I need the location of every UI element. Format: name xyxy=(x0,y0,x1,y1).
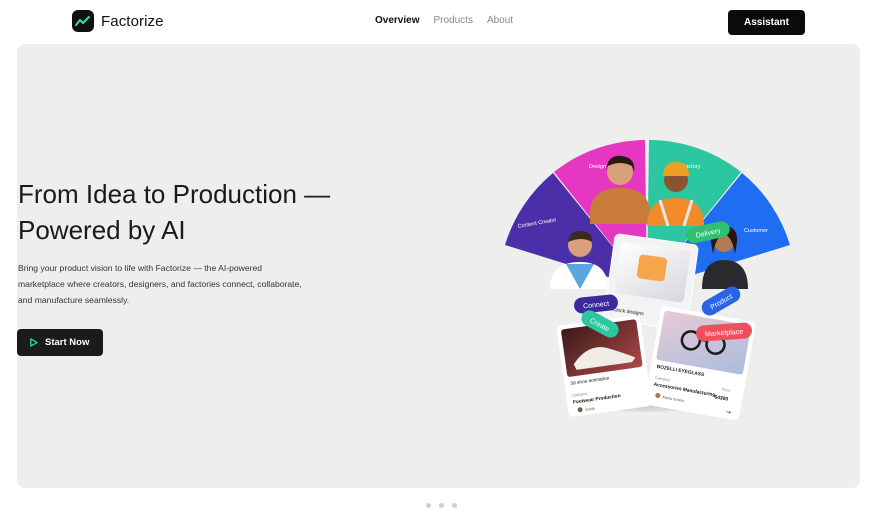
top-navigation: Factorize Overview Products About Assist… xyxy=(0,0,877,44)
headline-line-2: Powered by AI xyxy=(18,215,186,245)
carousel-dots xyxy=(426,503,457,508)
nav-about[interactable]: About xyxy=(487,15,513,26)
play-icon xyxy=(30,338,38,347)
hero-description: Bring your product vision to life with F… xyxy=(18,263,302,305)
headline-line-1: From Idea to Production — xyxy=(18,179,331,209)
hero-section: From Idea to Production — Powered by AI … xyxy=(17,44,860,488)
main-nav: Overview Products About xyxy=(375,15,513,26)
nav-overview[interactable]: Overview xyxy=(375,15,419,26)
brand-logo[interactable]: Factorize xyxy=(72,10,164,32)
hero-illustration: Content Creator Designer Factory Custome… xyxy=(505,140,790,421)
carousel-dot-3[interactable] xyxy=(452,503,457,508)
wheel-label-customer: Customer xyxy=(744,228,768,234)
carousel-dot-2[interactable] xyxy=(439,503,444,508)
assistant-button[interactable]: Assistant xyxy=(728,10,805,35)
hero-headline: From Idea to Production — Powered by AI xyxy=(18,176,378,248)
nav-products[interactable]: Products xyxy=(433,15,472,26)
brand-name: Factorize xyxy=(101,12,164,30)
start-now-label: Start Now xyxy=(45,337,90,348)
trend-chart-icon xyxy=(72,10,94,32)
start-now-button[interactable]: Start Now xyxy=(17,329,103,356)
carousel-dot-1[interactable] xyxy=(426,503,431,508)
